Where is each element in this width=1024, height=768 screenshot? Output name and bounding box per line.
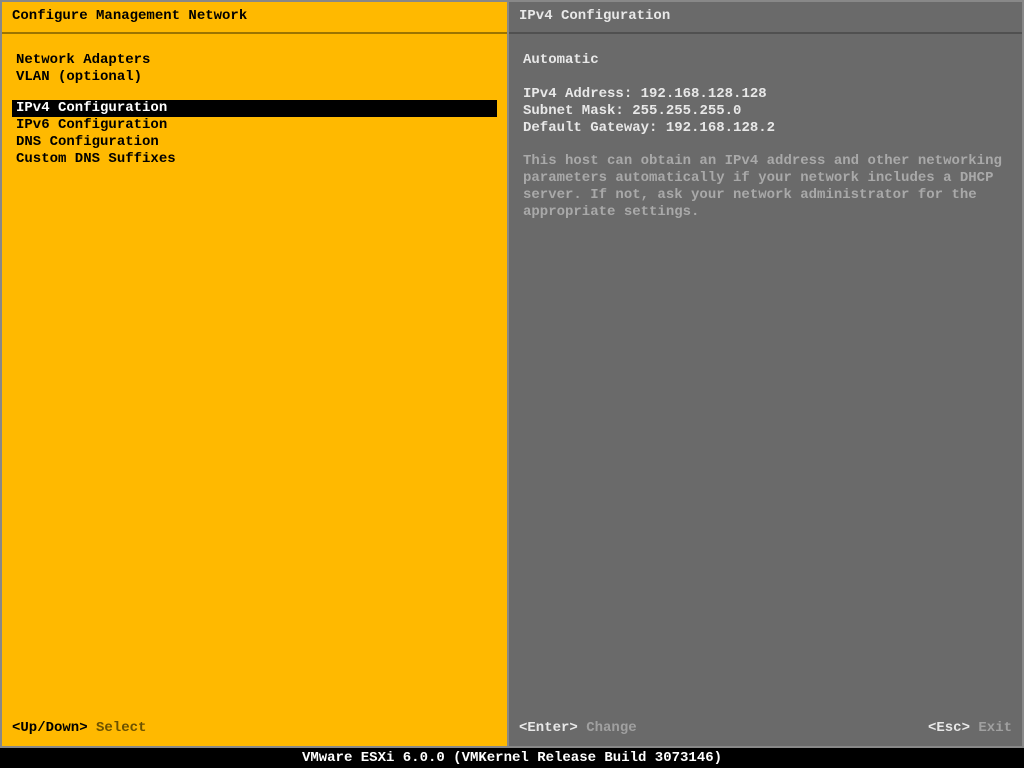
menu-item-ipv4-configuration[interactable]: IPv4 Configuration [12, 100, 497, 117]
hint-key-esc: <Esc> [928, 720, 970, 736]
hint-key-updown: <Up/Down> [12, 720, 88, 736]
right-panel-title: IPv4 Configuration [509, 2, 1022, 34]
left-panel-title: Configure Management Network [2, 2, 507, 34]
subnet-mask-value: 255.255.255.0 [632, 103, 741, 119]
menu-item-dns-configuration[interactable]: DNS Configuration [2, 134, 507, 151]
subnet-mask-row: Subnet Mask: 255.255.255.0 [523, 103, 1008, 120]
right-panel: IPv4 Configuration Automatic IPv4 Addres… [509, 0, 1024, 748]
ipv4-address-label: IPv4 Address: [523, 86, 632, 102]
help-text: This host can obtain an IPv4 address and… [523, 153, 1008, 221]
ipv4-address-row: IPv4 Address: 192.168.128.128 [523, 86, 1008, 103]
status-bar: VMware ESXi 6.0.0 (VMKernel Release Buil… [0, 748, 1024, 768]
hint-action-change: Change [586, 720, 636, 736]
menu-item-ipv6-configuration[interactable]: IPv6 Configuration [2, 117, 507, 134]
ipv4-address-value: 192.168.128.128 [641, 86, 767, 102]
hint-action-exit: Exit [978, 720, 1012, 736]
subnet-mask-label: Subnet Mask: [523, 103, 624, 119]
default-gateway-value: 192.168.128.2 [666, 120, 775, 136]
menu-item-network-adapters[interactable]: Network Adapters [2, 52, 507, 69]
menu: Network Adapters VLAN (optional) IPv4 Co… [2, 34, 507, 720]
default-gateway-label: Default Gateway: [523, 120, 657, 136]
default-gateway-row: Default Gateway: 192.168.128.2 [523, 120, 1008, 137]
right-footer: <Enter> Change <Esc> Exit [509, 720, 1022, 746]
menu-item-custom-dns-suffixes[interactable]: Custom DNS Suffixes [2, 151, 507, 168]
left-panel: Configure Management Network Network Ada… [0, 0, 509, 748]
hint-key-enter: <Enter> [519, 720, 578, 736]
ipv4-mode: Automatic [523, 52, 1008, 69]
menu-item-vlan[interactable]: VLAN (optional) [2, 69, 507, 86]
left-footer: <Up/Down> Select [2, 720, 507, 746]
hint-action-select: Select [96, 720, 146, 736]
